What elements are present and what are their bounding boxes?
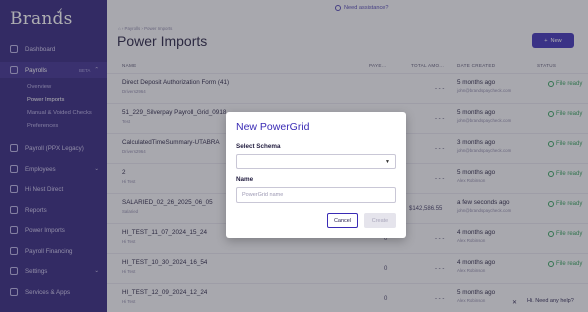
dialog-title: New PowerGrid bbox=[236, 121, 310, 133]
schema-select[interactable]: ▼ bbox=[236, 154, 396, 169]
powergrid-name-input[interactable] bbox=[236, 187, 396, 203]
new-powergrid-dialog: New PowerGrid Select Schema ▼ Name Cance… bbox=[226, 112, 406, 238]
create-button[interactable]: Create bbox=[364, 213, 396, 228]
caret-down-icon: ▼ bbox=[385, 159, 390, 165]
schema-label: Select Schema bbox=[236, 143, 281, 150]
name-label: Name bbox=[236, 176, 254, 183]
cancel-button[interactable]: Cancel bbox=[327, 213, 358, 228]
